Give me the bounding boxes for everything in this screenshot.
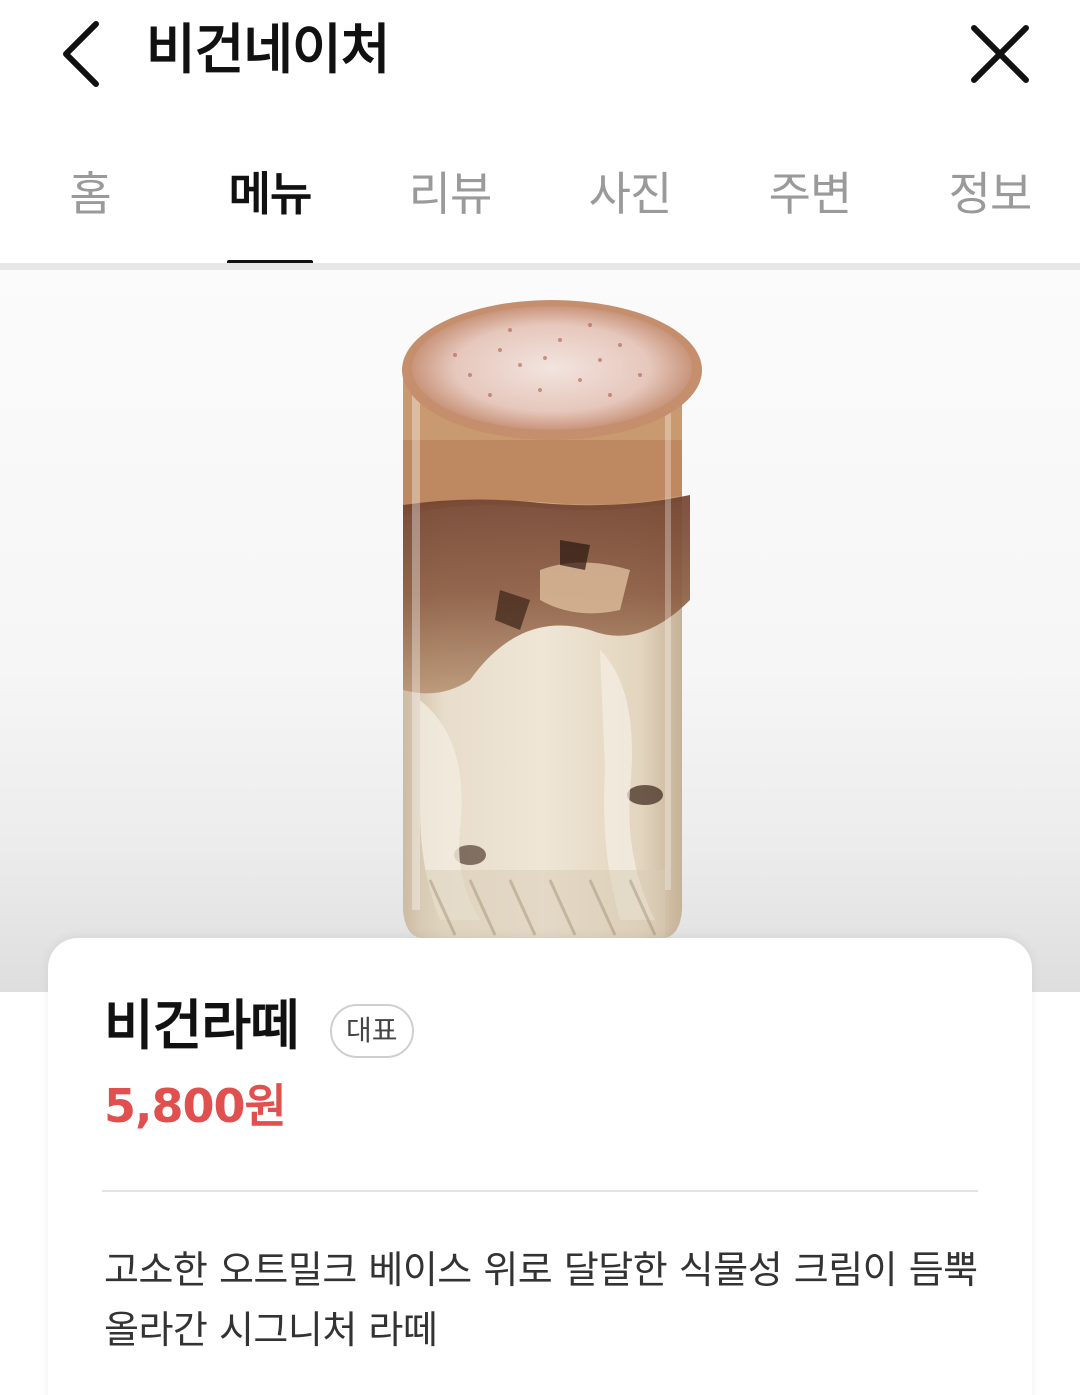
menu-detail-page: 비건네이처 홈 메뉴 리뷰 사진 주변 정보 비건라떼 대표 5,800원 고소… bbox=[0, 0, 1080, 1395]
tab-photos[interactable]: 사진 bbox=[540, 164, 720, 224]
close-icon bbox=[971, 25, 1029, 83]
back-button[interactable] bbox=[50, 14, 120, 94]
tab-info[interactable]: 정보 bbox=[900, 164, 1080, 224]
tab-bar: 홈 메뉴 리뷰 사진 주변 정보 bbox=[0, 148, 1080, 270]
menu-description: 고소한 오트밀크 베이스 위로 달달한 식물성 크림이 듬뿍 올라간 시그니처 … bbox=[104, 1248, 978, 1352]
close-button[interactable] bbox=[962, 16, 1038, 92]
header: 비건네이처 bbox=[0, 0, 1080, 110]
chevron-left-icon bbox=[63, 21, 99, 87]
tab-reviews[interactable]: 리뷰 bbox=[360, 164, 540, 224]
menu-name: 비건라떼 bbox=[104, 994, 300, 1057]
page-title: 비건네이처 bbox=[146, 18, 390, 81]
menu-photo[interactable] bbox=[0, 270, 1080, 992]
signature-badge: 대표 bbox=[330, 1004, 414, 1058]
tab-home[interactable]: 홈 bbox=[0, 164, 180, 224]
card-divider bbox=[102, 1190, 978, 1192]
tabs-divider bbox=[0, 263, 1080, 270]
latte-glass-image bbox=[402, 300, 702, 938]
tab-menu[interactable]: 메뉴 bbox=[180, 164, 360, 224]
menu-info-card: 비건라떼 대표 5,800원 고소한 오트밀크 베이스 위로 달달한 식물성 크… bbox=[48, 938, 1032, 1395]
tab-nearby[interactable]: 주변 bbox=[720, 164, 900, 224]
menu-price: 5,800원 bbox=[104, 1079, 287, 1133]
